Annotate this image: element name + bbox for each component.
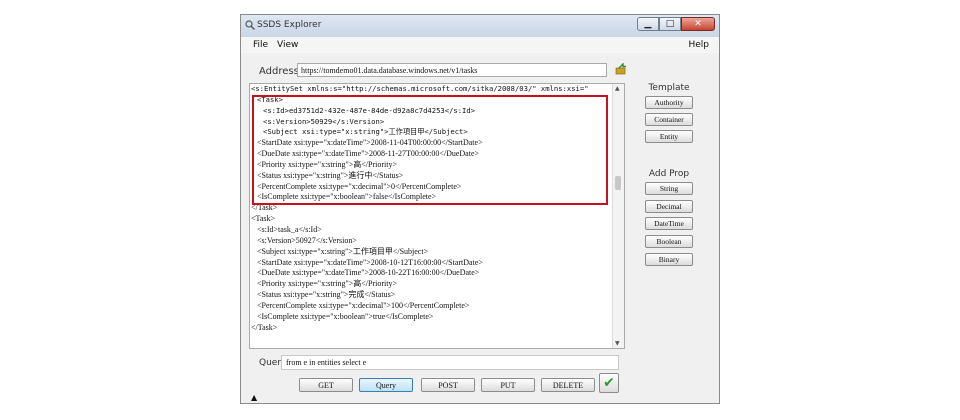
xml-line: <IsComplete xsi:type="x:boolean">false</… (257, 192, 437, 202)
xml-line: <s:Version>50929</s:Version> (263, 116, 385, 126)
scroll-up-icon[interactable]: ▲ (615, 85, 620, 92)
xml-editor-lines: <s:EntitySet xmlns:s="http://schemas.mic… (251, 84, 613, 333)
window-controls: ▁ □ ✕ (637, 17, 715, 33)
template-authority-button[interactable]: Authority (645, 96, 693, 109)
add-prop-boolean-button[interactable]: Boolean (645, 235, 693, 248)
xml-line: <PercentComplete xsi:type="x:decimal">0<… (257, 181, 462, 191)
xml-line: <StartDate xsi:type="x:dateTime">2008-11… (257, 138, 483, 148)
close-button[interactable]: ✕ (681, 17, 715, 31)
menu-view[interactable]: View (277, 40, 298, 50)
ssds-explorer-window: SSDS Explorer ▁ □ ✕ File View Help Addre… (240, 14, 720, 404)
xml-line: <Status xsi:type="x:string">進行中</Status> (257, 170, 404, 180)
address-label: Address (259, 66, 299, 77)
xml-line: <s:Version>50927</s:Version> (257, 235, 357, 245)
collapse-triangle-icon[interactable]: ▲ (251, 393, 257, 402)
add-prop-string-button[interactable]: String (645, 182, 693, 195)
window-title: SSDS Explorer (257, 20, 322, 30)
xml-line: <DueDate xsi:type="x:dateTime">2008-11-2… (257, 149, 480, 159)
xml-line: <s:Id>task_a</s:Id> (257, 224, 322, 234)
maximize-button[interactable]: □ (659, 17, 681, 31)
scroll-down-icon[interactable]: ▼ (615, 340, 620, 347)
xml-line: <Subject xsi:type="x:string">工作項目甲</Subj… (263, 127, 468, 137)
title-bar: SSDS Explorer ▁ □ ✕ (241, 15, 719, 38)
xml-line: <s:EntitySet xmlns:s="http://schemas.mic… (251, 84, 589, 93)
address-input[interactable]: https://tomdemo01.data.database.windows.… (297, 63, 607, 77)
go-arrow-icon[interactable] (615, 63, 627, 75)
add-prop-datetime-button[interactable]: DateTime (645, 217, 693, 230)
xml-line: <Subject xsi:type="x:string">工作項目甲</Subj… (257, 246, 429, 256)
xml-line: <Task> (257, 94, 283, 104)
menu-file[interactable]: File (253, 40, 268, 50)
xml-line: <s:Id>ed3751d2-432e-487e-84de-d92a8c7d42… (263, 105, 476, 115)
add-prop-binary-button[interactable]: Binary (645, 253, 693, 266)
scroll-thumb[interactable] (615, 176, 621, 190)
template-heading: Template (648, 83, 690, 93)
post-button[interactable]: POST (421, 378, 475, 392)
delete-button[interactable]: DELETE (541, 378, 595, 392)
xml-line: </Task> (251, 203, 278, 213)
menu-help[interactable]: Help (688, 40, 709, 50)
execute-check-button[interactable]: ✔ (599, 373, 619, 393)
xml-line: <StartDate xsi:type="x:dateTime">2008-10… (257, 257, 483, 267)
xml-line: <PercentComplete xsi:type="x:decimal">10… (257, 300, 470, 310)
template-container-button[interactable]: Container (645, 113, 693, 126)
xml-line: <DueDate xsi:type="x:dateTime">2008-10-2… (257, 268, 480, 278)
query-input[interactable]: from e in entities select e (281, 355, 619, 370)
app-icon (245, 20, 255, 30)
xml-line: </Task> (251, 322, 278, 332)
add-prop-decimal-button[interactable]: Decimal (645, 200, 693, 213)
vertical-scrollbar[interactable]: ▲ ▼ (612, 84, 624, 348)
xml-line: <Task> (251, 214, 276, 224)
get-button[interactable]: GET (299, 378, 353, 392)
menu-bar: File View Help (241, 37, 719, 53)
xml-editor[interactable]: <s:EntitySet xmlns:s="http://schemas.mic… (249, 83, 625, 349)
template-entity-button[interactable]: Entity (645, 130, 693, 143)
minimize-button[interactable]: ▁ (637, 17, 659, 31)
xml-line: <Priority xsi:type="x:string">高</Priorit… (257, 159, 397, 169)
xml-line: <IsComplete xsi:type="x:boolean">true</I… (257, 311, 434, 321)
query-button[interactable]: Query (359, 378, 413, 392)
checkmark-icon: ✔ (603, 375, 615, 391)
put-button[interactable]: PUT (481, 378, 535, 392)
add-prop-heading: Add Prop (648, 169, 690, 179)
xml-line: <Priority xsi:type="x:string">高</Priorit… (257, 279, 397, 289)
xml-line: <Status xsi:type="x:string">完成</Status> (257, 290, 396, 300)
